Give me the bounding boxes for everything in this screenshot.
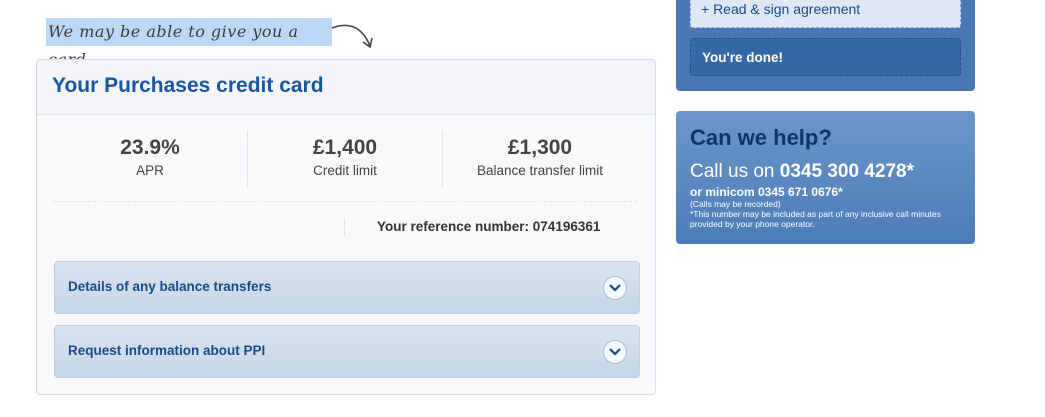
divider	[53, 201, 637, 202]
read-sign-agreement-link[interactable]: + Read & sign agreement	[690, 0, 961, 28]
curved-arrow-icon	[331, 24, 373, 49]
credit-card-panel: Your Purchases credit card 23.9% APR £1,…	[36, 59, 656, 395]
chevron-down-icon[interactable]	[603, 340, 627, 364]
application-steps: + Read & sign agreement You're done!	[676, 0, 975, 91]
stat-value: £1,300	[507, 136, 573, 159]
phone-number[interactable]: 0345 300 4278*	[780, 161, 914, 182]
stat-label: Balance transfer limit	[476, 163, 604, 178]
stat-value: £1,400	[312, 136, 378, 159]
chevron-down-icon[interactable]	[603, 276, 627, 300]
recorded-note: (Calls may be recorded)	[690, 199, 781, 209]
help-box: Can we help? Call us on 0345 300 4278* o…	[676, 111, 975, 244]
balance-transfers-accordion[interactable]: Details of any balance transfers	[54, 261, 640, 314]
ppi-info-accordion[interactable]: Request information about PPI	[54, 325, 640, 378]
call-prefix: Call us on	[690, 161, 780, 182]
help-phone: Call us on 0345 300 4278*	[690, 161, 914, 183]
card-stats: 23.9% APR £1,400 Credit limit £1,300 Bal…	[53, 130, 637, 187]
card-header: Your Purchases credit card	[37, 60, 655, 115]
step-label: + Read & sign agreement	[701, 1, 861, 17]
stat-credit-limit: £1,400 Credit limit	[248, 130, 443, 187]
divider	[344, 218, 345, 236]
minicom-number: or minicom 0345 671 0676*	[690, 185, 843, 199]
accordion-label: Request information about PPI	[68, 343, 266, 358]
reference-number: Your reference number: 074196361	[377, 219, 601, 234]
card-title: Your Purchases credit card	[52, 74, 324, 97]
help-small-print: (Calls may be recorded) *This number may…	[690, 199, 960, 229]
handwritten-note: We may be able to give you a card	[46, 18, 332, 69]
done-step: You're done!	[690, 38, 961, 76]
stat-apr: 23.9% APR	[53, 130, 248, 187]
accordion-label: Details of any balance transfers	[68, 279, 272, 294]
stat-value: 23.9%	[120, 136, 180, 159]
stat-label: APR	[136, 163, 164, 178]
stat-balance-transfer-limit: £1,300 Balance transfer limit	[443, 130, 637, 187]
help-title: Can we help?	[690, 125, 832, 150]
step-label: You're done!	[702, 50, 783, 65]
stat-label: Credit limit	[313, 163, 377, 178]
call-disclaimer: *This number may be included as part of …	[690, 209, 941, 229]
